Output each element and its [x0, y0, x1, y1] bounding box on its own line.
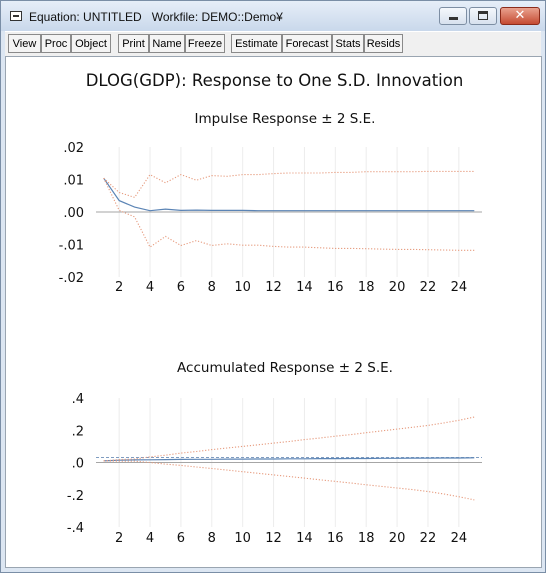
- window-menu-icon[interactable]: [10, 11, 22, 21]
- print-button[interactable]: Print: [118, 34, 149, 53]
- close-button[interactable]: ✕: [500, 7, 540, 25]
- accumulated-response-chart: .4.2.0-.2-.42 4 6 8 10 12 14 16 18 20 22 24: [67, 392, 482, 546]
- freeze-button[interactable]: Freeze: [185, 34, 225, 53]
- minimize-button[interactable]: [439, 7, 467, 25]
- accum-y-tick-label: -.4: [67, 521, 84, 536]
- accum-y-tick-label: .0: [72, 457, 84, 472]
- window-title: Equation: UNTITLED Workfile: DEMO::Demo¥: [29, 10, 283, 24]
- maximize-button[interactable]: [469, 7, 497, 25]
- estimate-button[interactable]: Estimate: [231, 34, 282, 53]
- forecast-button[interactable]: Forecast: [282, 34, 332, 53]
- proc-button[interactable]: Proc: [41, 34, 71, 53]
- accum-x-tick-label: 20: [389, 531, 406, 546]
- stats-button[interactable]: Stats: [332, 34, 364, 53]
- resids-button[interactable]: Resids: [364, 34, 403, 53]
- toolbar: View Proc Object Print Name Freeze Estim…: [5, 31, 541, 57]
- accum-x-tick-label: 10: [234, 531, 251, 546]
- object-button[interactable]: Object: [71, 34, 111, 53]
- close-icon: ✕: [514, 8, 526, 23]
- graph-view: DLOG(GDP): Response to One S.D. Innovati…: [5, 56, 542, 568]
- equation-window: Equation: UNTITLED Workfile: DEMO::Demo¥…: [0, 0, 546, 573]
- maximize-icon: [478, 11, 488, 20]
- accum-x-tick-label: 16: [327, 531, 344, 546]
- accum-y-tick-label: .2: [72, 424, 84, 439]
- accum-x-tick-label: 4: [146, 531, 154, 546]
- accum-x-tick-label: 12: [265, 531, 282, 546]
- accum-x-tick-label: 14: [296, 531, 313, 546]
- view-button[interactable]: View: [8, 34, 41, 53]
- minimize-icon: [449, 17, 458, 20]
- accum-upper-band: [103, 416, 475, 462]
- accum-response-line: [103, 457, 475, 462]
- title-bar[interactable]: Equation: UNTITLED Workfile: DEMO::Demo¥…: [1, 1, 545, 31]
- accum-x-tick-label: 8: [208, 531, 216, 546]
- accum-x-tick-label: 2: [115, 531, 123, 546]
- accum-x-tick-label: 22: [420, 531, 437, 546]
- accum-lower-band: [103, 460, 475, 501]
- accum-x-tick-label: 6: [177, 531, 185, 546]
- name-button[interactable]: Name: [149, 34, 185, 53]
- accum-y-tick-label: -.2: [67, 489, 84, 504]
- accum-x-tick-label: 18: [358, 531, 375, 546]
- accum-x-tick-label: 24: [451, 531, 468, 546]
- accum-y-tick-label: .4: [72, 392, 84, 407]
